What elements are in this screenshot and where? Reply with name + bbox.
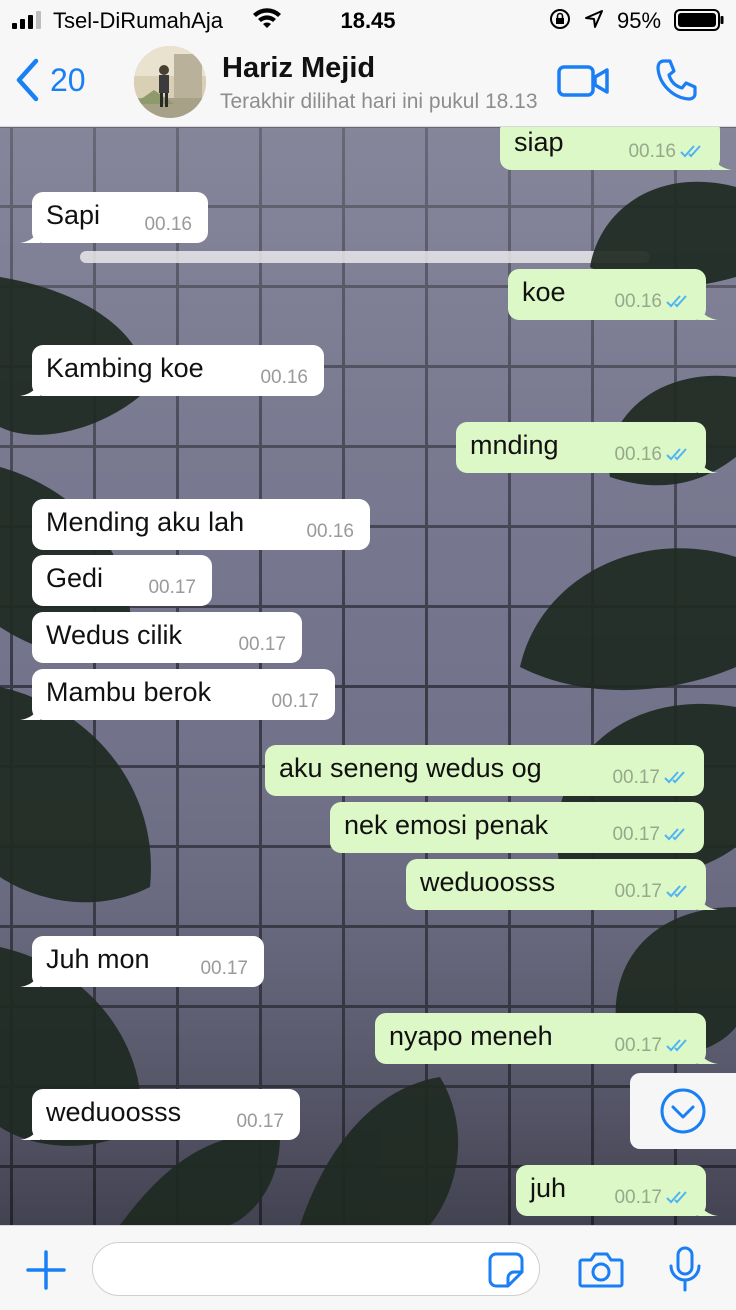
- bubble-tail: [698, 1046, 718, 1064]
- message-text: weduoosss: [46, 1097, 182, 1127]
- outgoing-message[interactable]: juh 00.17: [516, 1165, 718, 1216]
- avatar[interactable]: [134, 46, 206, 118]
- video-camera-icon[interactable]: [557, 62, 609, 100]
- incoming-message[interactable]: Kambing koe 00.16: [20, 345, 324, 396]
- message-time: 00.17: [612, 824, 660, 845]
- orientation-lock-icon: [550, 9, 570, 29]
- message-text: Wedus cilik: [46, 620, 183, 650]
- bubble-tail: [698, 302, 718, 320]
- outgoing-message[interactable]: nek emosi penak 00.17: [330, 802, 704, 853]
- bubble-tail: [20, 225, 40, 243]
- read-receipt-icon: [664, 771, 685, 784]
- message-time: 00.16: [260, 367, 308, 388]
- outgoing-message[interactable]: nyapo meneh 00.17: [375, 1013, 718, 1064]
- message-text: Sapi: [46, 200, 101, 230]
- message-time: 00.17: [200, 958, 248, 979]
- chat-header: 20 Hariz Mejid Terakhir dilihat hari ini…: [0, 40, 736, 127]
- bubble-tail: [712, 152, 732, 170]
- message-time: 00.17: [614, 1035, 662, 1056]
- message-text: nek emosi penak: [344, 810, 549, 840]
- read-receipt-icon: [666, 1191, 687, 1204]
- outgoing-message[interactable]: mnding 00.16: [456, 422, 718, 473]
- incoming-message[interactable]: Sapi 00.16: [20, 192, 208, 243]
- incoming-message[interactable]: Juh mon 00.17: [20, 936, 264, 987]
- outgoing-message[interactable]: koe 00.16: [508, 269, 718, 320]
- read-receipt-icon: [666, 1039, 687, 1052]
- message-text: aku seneng wedus og: [279, 753, 542, 783]
- message-text: Mambu berok: [46, 677, 212, 707]
- message-time: 00.17: [238, 634, 286, 655]
- outgoing-message[interactable]: aku seneng wedus og 00.17: [265, 745, 704, 796]
- message-time: 00.17: [612, 767, 660, 788]
- message-text: siap: [514, 127, 564, 157]
- message-time: 00.16: [306, 521, 354, 542]
- bubble-tail: [698, 455, 718, 473]
- message-text: Mending aku lah: [46, 507, 245, 537]
- outgoing-message[interactable]: siap 00.16: [500, 127, 732, 170]
- camera-icon[interactable]: [578, 1250, 624, 1290]
- message-time: 00.17: [614, 1187, 662, 1208]
- avatar-photo: [134, 46, 206, 118]
- bubble-tail: [698, 1198, 718, 1216]
- read-receipt-icon: [666, 448, 687, 461]
- read-receipt-icon: [666, 295, 687, 308]
- phone-icon[interactable]: [655, 58, 697, 102]
- message-time: 00.17: [271, 691, 319, 712]
- bubble-tail: [20, 1122, 40, 1140]
- message-time: 00.17: [614, 881, 662, 902]
- contact-name[interactable]: Hariz Mejid: [222, 52, 375, 85]
- message-text: nyapo meneh: [389, 1021, 553, 1051]
- scroll-to-bottom-button[interactable]: [630, 1073, 736, 1149]
- message-time: 00.17: [148, 577, 196, 598]
- incoming-message[interactable]: Mambu berok 00.17: [20, 669, 335, 720]
- chat-area[interactable]: siap 00.16 Sapi 00.16 koe 00.16 Kambing koe 00.…: [0, 127, 736, 1225]
- message-time: 00.16: [614, 291, 662, 312]
- incoming-message[interactable]: weduoosss 00.17: [20, 1089, 300, 1140]
- read-receipt-icon: [666, 885, 687, 898]
- bubble-tail: [698, 892, 718, 910]
- message-text: juh: [530, 1173, 567, 1203]
- message-time: 00.17: [236, 1111, 284, 1132]
- incoming-message[interactable]: Gedi 00.17: [32, 555, 212, 606]
- battery-icon: [674, 9, 724, 31]
- chevron-down-circle-icon: [660, 1088, 706, 1134]
- message-input[interactable]: [92, 1242, 540, 1296]
- back-button[interactable]: 20: [14, 58, 86, 102]
- message-text: Kambing koe: [46, 353, 204, 383]
- outgoing-message[interactable]: weduoosss 00.17: [406, 859, 718, 910]
- message-text: koe: [522, 277, 566, 307]
- message-time: 00.16: [614, 444, 662, 465]
- last-seen-text: Terakhir dilihat hari ini pukul 18.13: [220, 90, 538, 113]
- message-text: mnding: [470, 430, 559, 460]
- sticker-icon[interactable]: [488, 1252, 524, 1288]
- bubble-tail: [20, 702, 40, 720]
- incoming-message[interactable]: Wedus cilik 00.17: [32, 612, 302, 663]
- message-text: weduoosss: [420, 867, 556, 897]
- bubble-tail: [20, 969, 40, 987]
- microphone-icon[interactable]: [668, 1246, 702, 1292]
- chevron-left-icon: [16, 58, 39, 102]
- last-seen-status: Terakhir dilihat hari ini pukul 18.13: [220, 90, 540, 114]
- read-receipt-icon: [680, 145, 701, 158]
- location-icon: [585, 10, 603, 28]
- message-time: 00.16: [628, 141, 676, 162]
- read-receipt-icon: [664, 828, 685, 841]
- battery-percentage: 95%: [617, 8, 662, 33]
- message-composer: [0, 1225, 736, 1310]
- message-time: 00.16: [144, 214, 192, 235]
- message-text: Gedi: [46, 563, 104, 593]
- unread-count: 20: [50, 61, 86, 98]
- status-bar: Tsel-DiRumahAja 18.45 95%: [0, 0, 736, 40]
- incoming-message[interactable]: Mending aku lah 00.16: [32, 499, 370, 550]
- bubble-tail: [20, 378, 40, 396]
- plus-icon[interactable]: [26, 1250, 66, 1290]
- message-text: Juh mon: [46, 944, 150, 974]
